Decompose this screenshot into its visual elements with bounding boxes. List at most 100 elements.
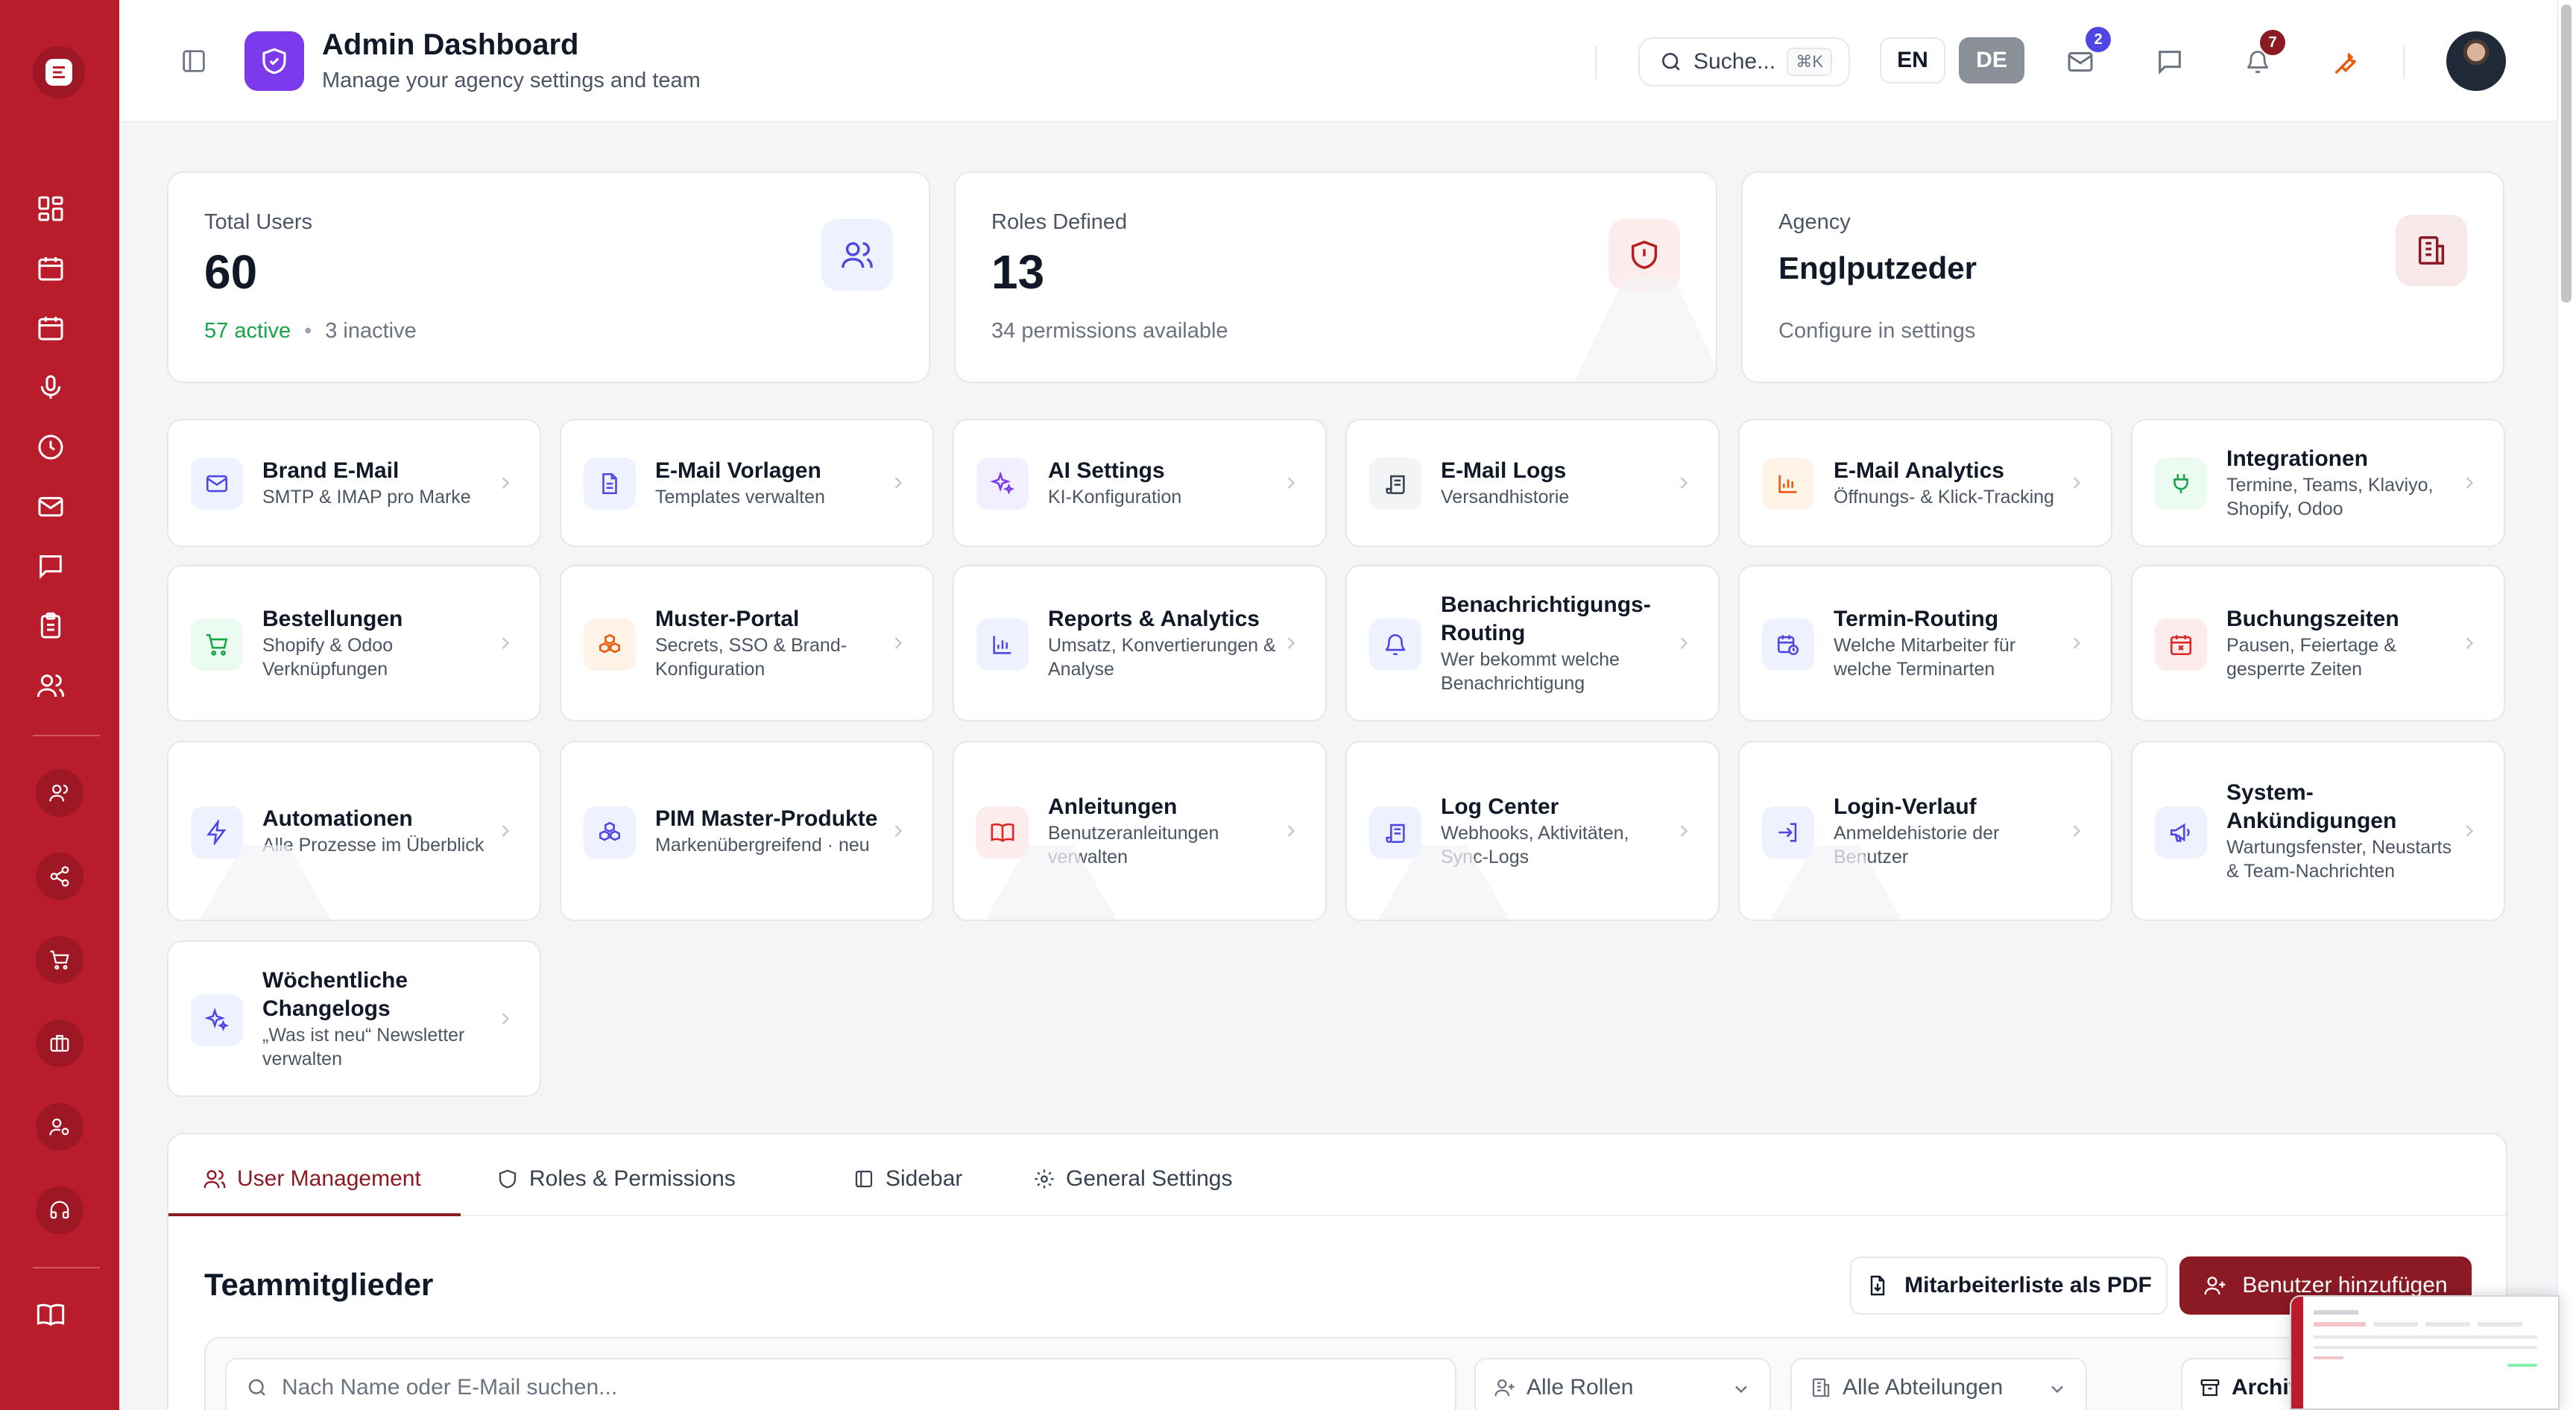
page-subtitle: Manage your agency settings and team: [322, 69, 701, 92]
card-sample-portal[interactable]: Muster-Portal Secrets, SSO & Brand-Konfig…: [560, 565, 934, 721]
card-text: E-Mail Vorlagen Templates verwalten: [655, 457, 894, 509]
export-pdf-button[interactable]: Mitarbeiterliste als PDF: [1850, 1256, 2168, 1315]
scrollbar-thumb[interactable]: [2561, 4, 2572, 303]
briefcase-icon[interactable]: [36, 1019, 83, 1067]
card-email-analytics[interactable]: E-Mail Analytics Öffnungs- & Klick-Tracki…: [1738, 419, 2112, 547]
card-title: E-Mail Analytics: [1834, 458, 2004, 483]
card-guides[interactable]: Anleitungen Benutzeranleitungen verwalten: [953, 741, 1327, 921]
card-orders[interactable]: Bestellungen Shopify & Odoo Verknüpfungen: [167, 565, 541, 721]
window-thumbnail-preview[interactable]: [2290, 1295, 2560, 1410]
card-reports-analytics[interactable]: Reports & Analytics Umsatz, Konvertierung…: [953, 565, 1327, 721]
chevron-right-icon: [1680, 825, 1688, 837]
clipboard-icon[interactable]: [33, 608, 69, 644]
card-subtitle: Wer bekommt welche Benachrichtigung: [1441, 649, 1620, 694]
card-login-history[interactable]: Login-Verlauf Anmeldehistorie der Benutze…: [1738, 741, 2112, 921]
separator-dot: •: [304, 319, 312, 343]
card-log-center[interactable]: Log Center Webhooks, Aktivitäten, Sync-Lo…: [1345, 741, 1720, 921]
app-window: Admin Dashboard Manage your agency setti…: [0, 0, 2576, 1410]
card-subtitle: Versandhistorie: [1441, 487, 1570, 508]
chevron-right-icon: [502, 637, 510, 649]
tab-general-settings[interactable]: General Settings: [1033, 1157, 1232, 1201]
role-filter-select[interactable]: Alle Rollen: [1474, 1358, 1771, 1410]
stat-label: Total Users: [204, 210, 313, 234]
users-icon[interactable]: [33, 668, 69, 704]
vertical-scrollbar[interactable]: [2557, 0, 2576, 1410]
calendar-icon[interactable]: [33, 250, 69, 286]
headset-icon[interactable]: [36, 1186, 83, 1234]
card-text: Brand E-Mail SMTP & IMAP pro Marke: [262, 457, 501, 509]
button-label: Mitarbeiterliste als PDF: [1904, 1273, 2152, 1297]
user-filter-icon: [1494, 1379, 1515, 1397]
stat-value: 60: [204, 245, 258, 299]
card-subtitle: Markenübergreifend · neu: [655, 835, 870, 856]
card-title: Anleitungen: [1048, 794, 1178, 819]
team-icon[interactable]: [36, 769, 83, 817]
microphone-icon[interactable]: [33, 370, 69, 405]
card-brand-email[interactable]: Brand E-Mail SMTP & IMAP pro Marke: [167, 419, 541, 547]
chevron-right-icon: [894, 477, 903, 489]
search-icon: [1662, 53, 1680, 71]
cart-icon[interactable]: [36, 936, 83, 984]
calendar-grid-icon[interactable]: [33, 310, 69, 346]
tab-user-management[interactable]: User Management: [203, 1157, 421, 1201]
global-search[interactable]: Suche... ⌘K: [1638, 37, 1850, 86]
card-title: Buchungszeiten: [2226, 607, 2399, 631]
card-notification-routing[interactable]: Benachrichtigungs-Routing Wer bekommt wel…: [1345, 565, 1720, 721]
card-title: Muster-Portal: [655, 607, 800, 631]
tab-roles-permissions[interactable]: Roles & Permissions: [496, 1157, 736, 1201]
department-filter-select[interactable]: Alle Abteilungen: [1790, 1358, 2087, 1410]
chevron-right-icon: [2073, 825, 2081, 837]
card-subtitle: Secrets, SSO & Brand-Konfiguration: [655, 635, 847, 680]
clock-icon[interactable]: [33, 429, 69, 465]
team-heading: Teammitglieder: [204, 1267, 434, 1302]
sidebar-toggle-icon[interactable]: [179, 46, 209, 76]
stat-roles-defined: Roles Defined 13 34 permissions availabl…: [954, 171, 1717, 383]
lang-en-button[interactable]: EN: [1880, 37, 1945, 83]
tab-label: Roles & Permissions: [529, 1166, 736, 1191]
card-ai-settings[interactable]: AI Settings KI-Konfiguration: [953, 419, 1327, 547]
bar-chart-icon: [1762, 458, 1814, 510]
card-email-logs[interactable]: E-Mail Logs Versandhistorie: [1345, 419, 1720, 547]
users-icon: [821, 219, 893, 291]
plug-icon: [2155, 458, 2207, 510]
stat-footer: Configure in settings: [1778, 319, 1976, 343]
sparkles-icon: [191, 994, 243, 1046]
card-text: Termin-Routing Welche Mitarbeiter für wel…: [1834, 605, 2072, 681]
card-pim-master-products[interactable]: PIM Master-Produkte Markenübergreifend · …: [560, 741, 934, 921]
scroll-icon: [1369, 806, 1421, 859]
card-text: System-Ankündigungen Wartungsfenster, Neu…: [2226, 779, 2465, 883]
card-system-announcements[interactable]: System-Ankündigungen Wartungsfenster, Neu…: [2131, 741, 2505, 921]
card-booking-times[interactable]: Buchungszeiten Pausen, Feiertage & gesper…: [2131, 565, 2505, 721]
admin-tools-button[interactable]: [2327, 43, 2364, 80]
main-content: Admin Dashboard Manage your agency setti…: [119, 0, 2557, 1410]
card-email-templates[interactable]: E-Mail Vorlagen Templates verwalten: [560, 419, 934, 547]
user-search-input[interactable]: Nach Name oder E-Mail suchen...: [225, 1358, 1456, 1410]
stat-total-users: Total Users 60 57 active • 3 inactive: [167, 171, 930, 383]
dashboard-icon[interactable]: [33, 191, 69, 227]
avatar[interactable]: [2446, 31, 2506, 91]
card-appointment-routing[interactable]: Termin-Routing Welche Mitarbeiter für wel…: [1738, 565, 2112, 721]
mail-icon[interactable]: [33, 489, 69, 525]
card-subtitle: Anmeldehistorie der Benutzer: [1834, 823, 2000, 867]
card-integrations[interactable]: Integrationen Termine, Teams, Klaviyo, Sh…: [2131, 419, 2505, 547]
search-shortcut: ⌘K: [1787, 48, 1832, 76]
lang-de-button[interactable]: DE: [1959, 37, 2024, 83]
thumbnail-line: [2425, 1322, 2470, 1327]
card-weekly-changelogs[interactable]: Wöchentliche Changelogs „Was ist neu“ New…: [167, 940, 541, 1097]
card-title: Reports & Analytics: [1048, 607, 1260, 631]
chat-icon[interactable]: [33, 548, 69, 584]
book-icon[interactable]: [33, 1297, 69, 1332]
card-automations[interactable]: Automationen Alle Prozesse im Überblick: [167, 741, 541, 921]
card-text: Log Center Webhooks, Aktivitäten, Sync-Lo…: [1441, 793, 1679, 869]
active-tab-indicator: [168, 1213, 461, 1216]
app-logo[interactable]: [33, 46, 85, 98]
messages-button[interactable]: [2151, 43, 2188, 80]
decorative-shape: [1567, 277, 1716, 382]
user-settings-icon[interactable]: [36, 1103, 83, 1151]
share-icon[interactable]: [36, 853, 83, 900]
card-text: Benachrichtigungs-Routing Wer bekommt wel…: [1441, 591, 1679, 695]
thumbnail-line: [2314, 1335, 2537, 1338]
card-subtitle: Öffnungs- & Klick-Tracking: [1834, 487, 2054, 508]
tab-sidebar[interactable]: Sidebar: [853, 1157, 962, 1201]
card-title: Log Center: [1441, 794, 1559, 819]
